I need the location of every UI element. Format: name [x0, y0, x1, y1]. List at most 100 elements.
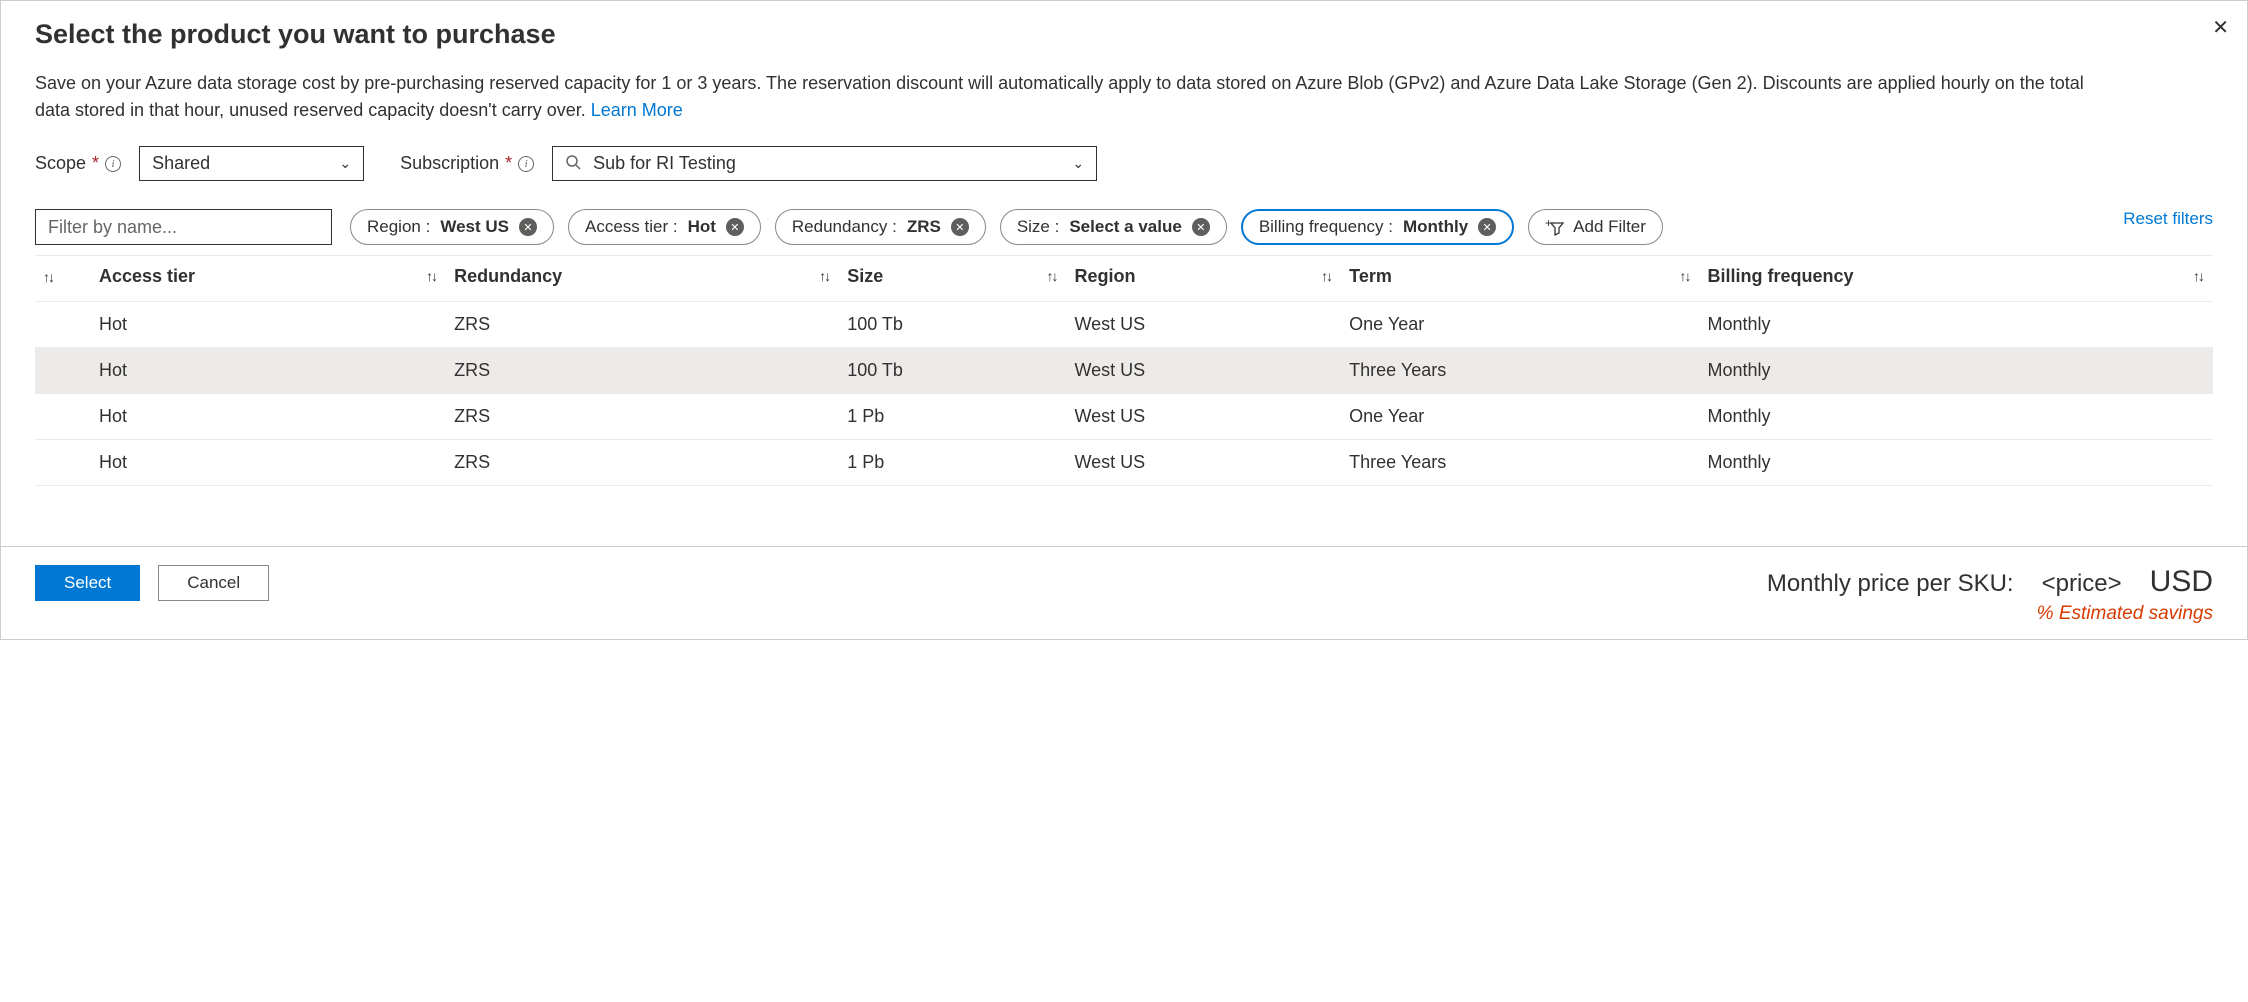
col-label: Billing frequency: [1708, 266, 1854, 286]
description-text: Save on your Azure data storage cost by …: [35, 70, 2104, 124]
filter-pill[interactable]: Size : Select a value ✕: [1000, 209, 1227, 245]
info-icon[interactable]: i: [105, 156, 121, 172]
close-icon[interactable]: ✕: [2212, 15, 2229, 40]
chevron-down-icon: ⌄: [1072, 155, 1084, 172]
sort-icon[interactable]: ↑↓: [43, 269, 53, 285]
cell-size: 1 Pb: [839, 394, 1066, 440]
table-body: HotZRS100 TbWest USOne YearMonthlyHotZRS…: [35, 302, 2213, 486]
cell-redundancy: ZRS: [446, 348, 839, 394]
cell-term: Three Years: [1341, 348, 1699, 394]
clear-icon[interactable]: ✕: [1478, 218, 1496, 236]
sort-icon[interactable]: ↑↓: [2193, 268, 2203, 284]
pill-label: Redundancy :: [792, 217, 897, 237]
sort-icon[interactable]: ↑↓: [1680, 268, 1690, 284]
table-row[interactable]: HotZRS1 PbWest USOne YearMonthly: [35, 394, 2213, 440]
scope-select[interactable]: Shared ⌄: [139, 146, 364, 181]
col-billing[interactable]: Billing frequency ↑↓: [1700, 256, 2214, 302]
reset-filters-link[interactable]: Reset filters: [2123, 209, 2213, 229]
cell-region: West US: [1066, 394, 1341, 440]
subscription-label: Subscription * i: [400, 153, 534, 174]
sort-icon[interactable]: ↑↓: [819, 268, 829, 284]
cell-size: 100 Tb: [839, 348, 1066, 394]
page-title: Select the product you want to purchase: [35, 19, 2213, 50]
search-icon: [565, 154, 581, 173]
pill-label: Size :: [1017, 217, 1060, 237]
col-label: Region: [1074, 266, 1135, 286]
row-leading: [35, 394, 91, 440]
cell-access-tier: Hot: [91, 348, 446, 394]
learn-more-link[interactable]: Learn More: [591, 100, 683, 120]
cell-term: Three Years: [1341, 440, 1699, 486]
clear-icon[interactable]: ✕: [519, 218, 537, 236]
sort-icon[interactable]: ↑↓: [426, 268, 436, 284]
col-term[interactable]: Term ↑↓: [1341, 256, 1699, 302]
clear-icon[interactable]: ✕: [726, 218, 744, 236]
clear-icon[interactable]: ✕: [1192, 218, 1210, 236]
pill-value: Hot: [688, 217, 716, 237]
cell-billing: Monthly: [1700, 348, 2214, 394]
pill-value: ZRS: [907, 217, 941, 237]
product-table: ↑↓ Access tier ↑↓ Redundancy ↑↓ Size ↑↓ Reg…: [35, 255, 2213, 486]
price-currency: USD: [2150, 565, 2213, 599]
sort-icon[interactable]: ↑↓: [1321, 268, 1331, 284]
cell-size: 100 Tb: [839, 302, 1066, 348]
scope-value: Shared: [152, 153, 210, 174]
col-label: Size: [847, 266, 883, 286]
sort-icon[interactable]: ↑↓: [1046, 268, 1056, 284]
col-size[interactable]: Size ↑↓: [839, 256, 1066, 302]
col-access-tier[interactable]: Access tier ↑↓: [91, 256, 446, 302]
col-label: Access tier: [99, 266, 195, 286]
row-leading: [35, 348, 91, 394]
pill-label: Billing frequency :: [1259, 217, 1393, 237]
table-row[interactable]: HotZRS100 TbWest USThree YearsMonthly: [35, 348, 2213, 394]
description-body: Save on your Azure data storage cost by …: [35, 73, 2084, 120]
price-value: <price>: [2042, 570, 2122, 598]
table-row[interactable]: HotZRS1 PbWest USThree YearsMonthly: [35, 440, 2213, 486]
table-header-row: ↑↓ Access tier ↑↓ Redundancy ↑↓ Size ↑↓ Reg…: [35, 256, 2213, 302]
row-leading: [35, 440, 91, 486]
clear-icon[interactable]: ✕: [951, 218, 969, 236]
cell-redundancy: ZRS: [446, 394, 839, 440]
cell-term: One Year: [1341, 394, 1699, 440]
filter-pills: Region : West US✕Access tier : Hot✕Redun…: [350, 209, 2105, 245]
pill-label: Access tier :: [585, 217, 678, 237]
price-label: Monthly price per SKU:: [1767, 570, 2014, 598]
col-label: Term: [1349, 266, 1392, 286]
col-redundancy[interactable]: Redundancy ↑↓: [446, 256, 839, 302]
cell-region: West US: [1066, 302, 1341, 348]
pill-value: Monthly: [1403, 217, 1468, 237]
sort-leading[interactable]: ↑↓: [35, 256, 91, 302]
scope-label: Scope * i: [35, 153, 121, 174]
cell-billing: Monthly: [1700, 440, 2214, 486]
cell-access-tier: Hot: [91, 302, 446, 348]
scope-label-text: Scope: [35, 153, 86, 174]
row-leading: [35, 302, 91, 348]
price-area: Monthly price per SKU: <price> USD % Est…: [1767, 565, 2213, 625]
pill-value: Select a value: [1069, 217, 1181, 237]
add-filter-label: Add Filter: [1573, 217, 1646, 237]
filter-pill[interactable]: Region : West US✕: [350, 209, 554, 245]
col-region[interactable]: Region ↑↓: [1066, 256, 1341, 302]
pill-value: West US: [440, 217, 509, 237]
required-asterisk: *: [92, 153, 99, 174]
filter-pill[interactable]: Billing frequency : Monthly ✕: [1241, 209, 1514, 245]
col-label: Redundancy: [454, 266, 562, 286]
estimated-savings: % Estimated savings: [1767, 603, 2213, 625]
filter-by-name-input[interactable]: [35, 209, 332, 245]
panel-content: Select the product you want to purchase …: [1, 1, 2247, 486]
filter-pill[interactable]: Redundancy : ZRS ✕: [775, 209, 986, 245]
cell-billing: Monthly: [1700, 394, 2214, 440]
select-button[interactable]: Select: [35, 565, 140, 601]
filter-pill[interactable]: Access tier : Hot ✕: [568, 209, 761, 245]
cell-region: West US: [1066, 348, 1341, 394]
chevron-down-icon: ⌄: [339, 155, 351, 172]
cancel-button[interactable]: Cancel: [158, 565, 269, 601]
add-filter-pill[interactable]: +Add Filter: [1528, 209, 1663, 245]
subscription-select[interactable]: Sub for RI Testing ⌄: [552, 146, 1097, 181]
cell-access-tier: Hot: [91, 394, 446, 440]
info-icon[interactable]: i: [518, 156, 534, 172]
cell-billing: Monthly: [1700, 302, 2214, 348]
cell-region: West US: [1066, 440, 1341, 486]
purchase-panel: ✕ Select the product you want to purchas…: [0, 0, 2248, 640]
table-row[interactable]: HotZRS100 TbWest USOne YearMonthly: [35, 302, 2213, 348]
